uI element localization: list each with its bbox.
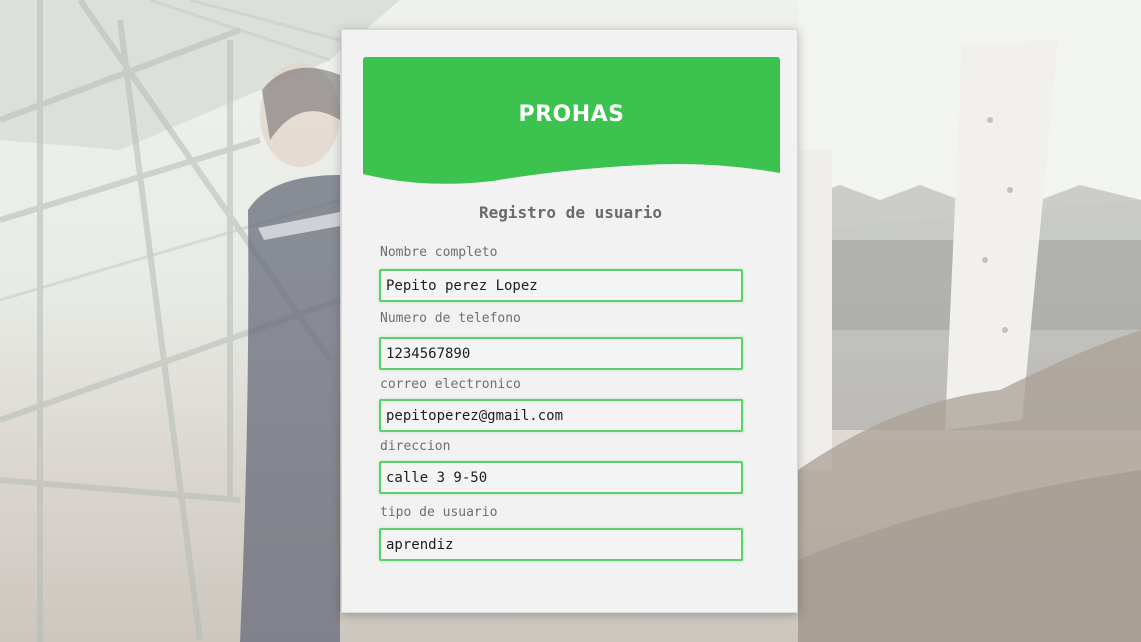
- email-label: correo electronico: [380, 377, 521, 392]
- full-name-label: Nombre completo: [380, 245, 498, 260]
- phone-label: Numero de telefono: [380, 311, 521, 326]
- address-label: direccion: [380, 439, 451, 454]
- registration-card: PROHAS Registro de usuario Nombre comple…: [341, 29, 798, 613]
- email-input[interactable]: [379, 399, 743, 432]
- user-type-label: tipo de usuario: [380, 505, 498, 520]
- address-input[interactable]: [379, 461, 743, 494]
- brand-name: PROHAS: [518, 102, 625, 127]
- user-type-input[interactable]: [379, 528, 743, 561]
- full-name-input[interactable]: [379, 269, 743, 302]
- form-title: Registro de usuario: [478, 203, 663, 222]
- phone-input[interactable]: [379, 337, 743, 370]
- brand-header: PROHAS: [363, 57, 780, 185]
